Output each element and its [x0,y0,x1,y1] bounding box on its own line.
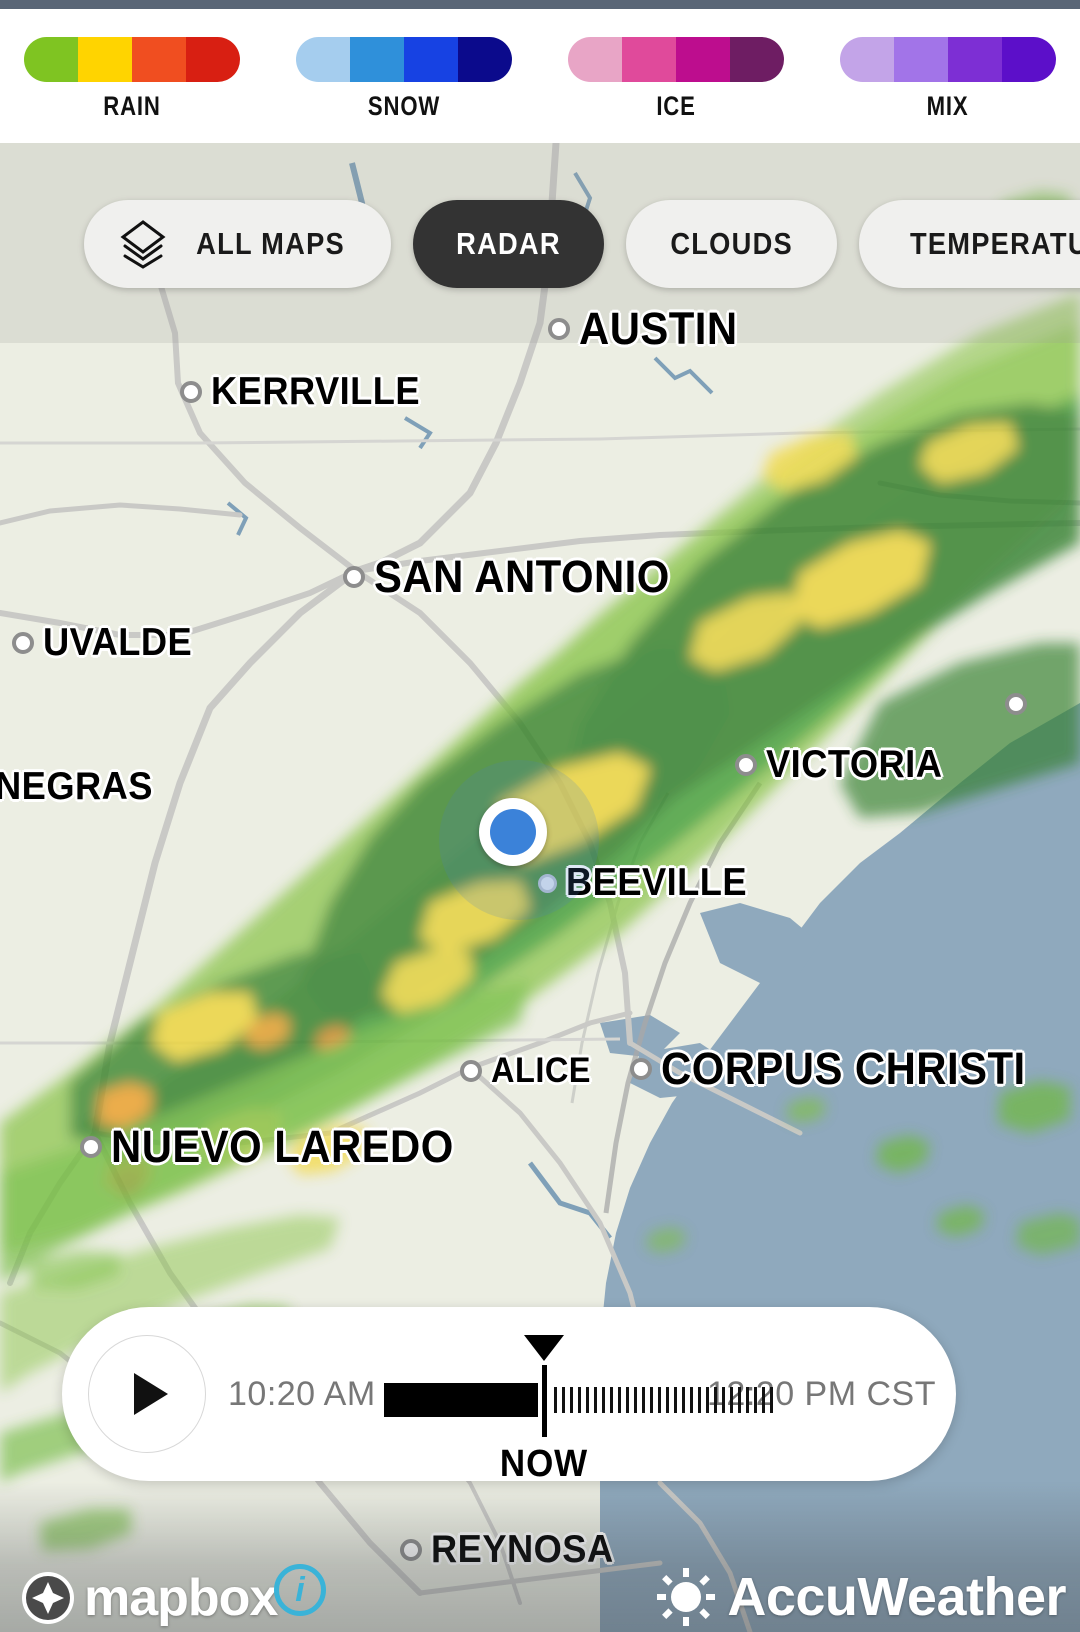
info-label: i [295,1570,305,1609]
snow-gradient-swatch [296,37,512,82]
rain-swatch-1 [24,37,78,82]
info-icon[interactable]: i [274,1564,326,1616]
legend-label-ice: ICE [656,91,696,121]
weather-radar-map[interactable]: ALL MAPS RADAR CLOUDS TEMPERATURE AUSTIN… [0,143,1080,1632]
legend-label-rain: RAIN [103,91,161,121]
mapbox-label: mapbox [84,1569,278,1627]
snow-swatch-3 [404,37,458,82]
ice-gradient-swatch [568,37,784,82]
rain-swatch-3 [132,37,186,82]
timeline-now-caret-icon [523,1335,564,1361]
legend-item-snow: SNOW [296,37,512,122]
layers-icon [120,219,166,269]
ice-swatch-2 [622,37,676,82]
timeline-now-line[interactable] [541,1365,547,1437]
all-maps-label: ALL MAPS [196,226,345,261]
rain-swatch-2 [78,37,132,82]
timeline-track[interactable]: NOW [383,1307,773,1485]
play-icon [134,1373,168,1415]
ice-swatch-3 [676,37,730,82]
timeline-start-time: 10:20 AM [228,1374,376,1413]
snow-swatch-4 [458,37,512,82]
mapbox-icon [22,1572,74,1624]
timeline-track-bar[interactable] [383,1383,773,1417]
timeline-now-label: NOW [499,1443,588,1485]
snow-swatch-1 [296,37,350,82]
status-strip [0,0,1080,9]
tab-temperature[interactable]: TEMPERATURE [859,200,1080,288]
legend-label-snow: SNOW [367,91,441,121]
mix-swatch-4 [1002,37,1056,82]
accuweather-label: AccuWeather [727,1567,1066,1627]
rain-gradient-swatch [24,37,240,82]
tab-clouds-label: CLOUDS [670,226,793,261]
legend-item-ice: ICE [568,37,784,122]
mix-gradient-swatch [840,37,1056,82]
tab-clouds[interactable]: CLOUDS [626,200,838,288]
mix-swatch-1 [840,37,894,82]
accuweather-logo[interactable]: AccuWeather [657,1568,1066,1626]
all-maps-button[interactable]: ALL MAPS [84,200,392,288]
tab-radar-label: RADAR [456,226,561,261]
legend-label-mix: MIX [927,91,969,121]
mix-swatch-2 [894,37,948,82]
ice-swatch-4 [730,37,784,82]
radar-timeline-control[interactable]: 10:20 AM NOW 12:20 PM CST [62,1307,956,1485]
map-layer-controls[interactable]: ALL MAPS RADAR CLOUDS TEMPERATURE [84,200,1080,288]
legend-item-rain: RAIN [24,37,240,122]
timeline-elapsed-bar [383,1383,538,1417]
mix-swatch-3 [948,37,1002,82]
ice-swatch-1 [568,37,622,82]
precipitation-legend-bar: RAIN SNOW ICE MIX [0,9,1080,143]
sun-icon [657,1568,716,1626]
timeline-future-ticks [553,1387,773,1413]
legend-item-mix: MIX [840,37,1056,122]
rain-swatch-4 [186,37,240,82]
play-button[interactable] [88,1335,206,1453]
snow-swatch-2 [350,37,404,82]
mapbox-logo[interactable]: mapbox [20,1569,278,1627]
tab-temperature-label: TEMPERATURE [910,226,1080,261]
tab-radar[interactable]: RADAR [413,200,605,288]
